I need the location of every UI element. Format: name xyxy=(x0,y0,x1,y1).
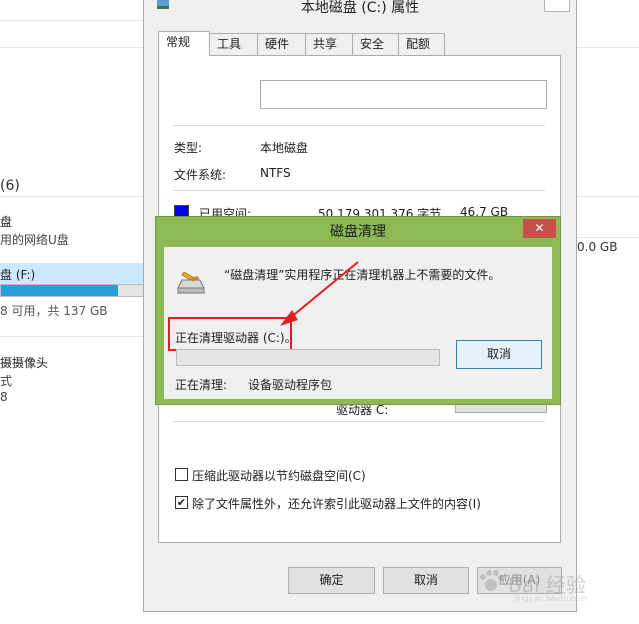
index-label[interactable]: 除了文件属性外，还允许索引此驱动器上文件的内容(I) xyxy=(192,495,481,512)
camera-extra: 8 xyxy=(0,390,8,404)
index-checkbox[interactable]: ✔ xyxy=(175,496,188,509)
type-label: 类型: xyxy=(174,141,203,155)
separator xyxy=(173,421,545,422)
filesystem-value: NTFS xyxy=(260,166,291,180)
cleaning-status: 正在清理驱动器 (C:)。 xyxy=(175,331,297,345)
disk-cleanup-message: “磁盘清理”实用程序正在清理机器上不需要的文件。 xyxy=(224,268,501,282)
current-item-value: 设备驱动程序包 xyxy=(248,378,333,392)
current-item-label: 正在清理: xyxy=(175,378,228,392)
close-icon[interactable]: ✕ xyxy=(523,219,556,238)
disk-cleanup-dialog: 磁盘清理 ✕ “磁盘清理”实用程序正在清理机器上不需要的文件。 正在清理驱动器 … xyxy=(155,216,561,405)
separator xyxy=(173,125,545,126)
bg-divider xyxy=(0,20,143,21)
bg-divider xyxy=(577,196,639,197)
type-value: 本地磁盘 xyxy=(260,141,309,155)
camera-type: 式 xyxy=(0,374,13,388)
paw-logo-icon xyxy=(480,570,504,591)
ok-button[interactable]: 确定 xyxy=(288,567,375,594)
device-name[interactable]: 盘 xyxy=(0,213,12,230)
device-description: 用的网络U盘 xyxy=(0,233,69,247)
cancel-button[interactable]: 取消 xyxy=(383,567,469,594)
tab-security[interactable]: 安全 xyxy=(352,33,399,55)
drive-f-item[interactable]: 盘 (F:) xyxy=(0,263,146,297)
drive-name-input[interactable] xyxy=(260,80,547,109)
bg-divider xyxy=(577,47,639,48)
disk-cleanup-icon xyxy=(177,271,205,294)
drive-large-icon xyxy=(174,80,204,110)
disk-cleanup-body: “磁盘清理”实用程序正在清理机器上不需要的文件。 正在清理驱动器 (C:)。 取… xyxy=(164,247,552,399)
separator xyxy=(173,190,545,191)
tab-sharing[interactable]: 共享 xyxy=(305,33,353,55)
watermark-url: jingyan.baidu.com xyxy=(514,594,588,603)
tab-hardware[interactable]: 硬件 xyxy=(257,33,306,55)
compress-label[interactable]: 压缩此驱动器以节约磁盘空间(C) xyxy=(192,467,366,484)
cleanup-progress-bar xyxy=(176,349,440,366)
bg-divider xyxy=(0,336,143,337)
camera-name[interactable]: 摄摄像头 xyxy=(0,354,48,371)
group-header-count[interactable]: (6) xyxy=(0,178,20,194)
watermark: Bai 经验 jingyan.baidu.com xyxy=(478,566,608,603)
properties-close-button[interactable] xyxy=(544,0,570,12)
cleanup-cancel-button[interactable]: 取消 xyxy=(456,340,542,369)
filesystem-label: 文件系统: xyxy=(174,168,227,182)
tab-quota[interactable]: 配额 xyxy=(398,33,445,55)
tab-general[interactable]: 常规 xyxy=(158,31,210,56)
tab-tools[interactable]: 工具 xyxy=(209,33,258,55)
right-size-text: 0.0 GB xyxy=(577,240,618,254)
properties-title: 本地磁盘 (C:) 属性 xyxy=(300,0,420,16)
bg-divider xyxy=(577,237,639,238)
bg-divider xyxy=(0,196,143,197)
drive-f-free-space: 8 可用，共 137 GB xyxy=(0,304,108,318)
compress-checkbox[interactable] xyxy=(175,468,188,481)
checkmark-icon: ✔ xyxy=(176,496,187,509)
drive-f-label: 盘 (F:) xyxy=(0,268,36,282)
bg-divider xyxy=(0,47,143,48)
drive-f-usage-fill xyxy=(1,285,118,296)
drive-f-usage-bar xyxy=(0,284,146,297)
disk-cleanup-title: 磁盘清理 xyxy=(330,224,386,240)
